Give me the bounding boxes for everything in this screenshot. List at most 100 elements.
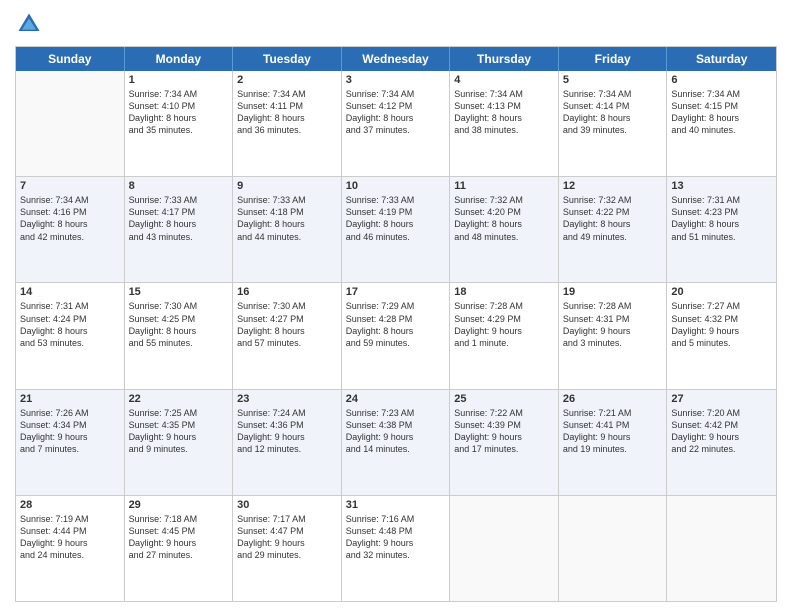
day-info: Sunrise: 7:34 AM Sunset: 4:10 PM Dayligh… (129, 88, 229, 137)
calendar-cell: 3 Sunrise: 7:34 AM Sunset: 4:12 PM Daylig… (342, 71, 451, 176)
day-number: 22 (129, 393, 229, 405)
calendar-cell: 15 Sunrise: 7:30 AM Sunset: 4:25 PM Dayli… (125, 283, 234, 388)
day-number: 7 (20, 180, 120, 192)
calendar-cell: 9Sunrise: 7:33 AM Sunset: 4:18 PM Daylig… (233, 177, 342, 282)
calendar-header: SundayMondayTuesdayWednesdayThursdayFrid… (16, 47, 776, 71)
calendar-cell (16, 71, 125, 176)
day-number: 12 (563, 180, 663, 192)
calendar-cell: 14 Sunrise: 7:31 AM Sunset: 4:24 PM Dayli… (16, 283, 125, 388)
calendar-row: 21 Sunrise: 7:26 AM Sunset: 4:34 PM Dayli… (16, 390, 776, 496)
day-number: 3 (346, 74, 446, 86)
day-number: 18 (454, 286, 554, 298)
day-info: Sunrise: 7:16 AM Sunset: 4:48 PM Dayligh… (346, 513, 446, 562)
calendar: SundayMondayTuesdayWednesdayThursdayFrid… (15, 46, 777, 602)
day-number: 2 (237, 74, 337, 86)
day-number: 21 (20, 393, 120, 405)
day-number: 16 (237, 286, 337, 298)
day-info: Sunrise: 7:21 AM Sunset: 4:41 PM Dayligh… (563, 407, 663, 456)
page: SundayMondayTuesdayWednesdayThursdayFrid… (0, 0, 792, 612)
day-info: Sunrise: 7:30 AM Sunset: 4:25 PM Dayligh… (129, 300, 229, 349)
day-number: 30 (237, 499, 337, 511)
day-info: Sunrise: 7:33 AM Sunset: 4:17 PM Dayligh… (129, 194, 229, 243)
calendar-cell: 23 Sunrise: 7:24 AM Sunset: 4:36 PM Dayli… (233, 390, 342, 495)
day-info: Sunrise: 7:31 AM Sunset: 4:24 PM Dayligh… (20, 300, 120, 349)
calendar-cell: 21 Sunrise: 7:26 AM Sunset: 4:34 PM Dayli… (16, 390, 125, 495)
day-number: 6 (671, 74, 772, 86)
day-of-week-header: Friday (559, 47, 668, 71)
calendar-cell: 8 Sunrise: 7:33 AM Sunset: 4:17 PM Daylig… (125, 177, 234, 282)
day-number: 10 (346, 180, 446, 192)
calendar-row: 1 Sunrise: 7:34 AM Sunset: 4:10 PM Daylig… (16, 71, 776, 177)
day-info: Sunrise: 7:18 AM Sunset: 4:45 PM Dayligh… (129, 513, 229, 562)
day-info: Sunrise: 7:17 AM Sunset: 4:47 PM Dayligh… (237, 513, 337, 562)
calendar-cell: 29 Sunrise: 7:18 AM Sunset: 4:45 PM Dayli… (125, 496, 234, 601)
calendar-cell: 17 Sunrise: 7:29 AM Sunset: 4:28 PM Dayli… (342, 283, 451, 388)
calendar-cell: 6Sunrise: 7:34 AM Sunset: 4:15 PM Daylig… (667, 71, 776, 176)
day-info: Sunrise: 7:32 AM Sunset: 4:20 PM Dayligh… (454, 194, 554, 243)
day-info: Sunrise: 7:23 AM Sunset: 4:38 PM Dayligh… (346, 407, 446, 456)
day-of-week-header: Wednesday (342, 47, 451, 71)
calendar-cell: 28 Sunrise: 7:19 AM Sunset: 4:44 PM Dayli… (16, 496, 125, 601)
day-number: 20 (671, 286, 772, 298)
day-info: Sunrise: 7:28 AM Sunset: 4:29 PM Dayligh… (454, 300, 554, 349)
day-info: Sunrise: 7:26 AM Sunset: 4:34 PM Dayligh… (20, 407, 120, 456)
logo-icon (15, 10, 43, 38)
calendar-cell: 7Sunrise: 7:34 AM Sunset: 4:16 PM Daylig… (16, 177, 125, 282)
day-info: Sunrise: 7:29 AM Sunset: 4:28 PM Dayligh… (346, 300, 446, 349)
day-of-week-header: Saturday (667, 47, 776, 71)
day-number: 1 (129, 74, 229, 86)
day-number: 23 (237, 393, 337, 405)
calendar-cell: 2 Sunrise: 7:34 AM Sunset: 4:11 PM Daylig… (233, 71, 342, 176)
day-info: Sunrise: 7:34 AM Sunset: 4:12 PM Dayligh… (346, 88, 446, 137)
calendar-cell: 30 Sunrise: 7:17 AM Sunset: 4:47 PM Dayli… (233, 496, 342, 601)
day-info: Sunrise: 7:34 AM Sunset: 4:14 PM Dayligh… (563, 88, 663, 137)
calendar-cell: 4 Sunrise: 7:34 AM Sunset: 4:13 PM Daylig… (450, 71, 559, 176)
day-of-week-header: Monday (125, 47, 234, 71)
calendar-cell: 27 Sunrise: 7:20 AM Sunset: 4:42 PM Dayli… (667, 390, 776, 495)
day-number: 11 (454, 180, 554, 192)
calendar-cell: 12 Sunrise: 7:32 AM Sunset: 4:22 PM Dayli… (559, 177, 668, 282)
calendar-cell (559, 496, 668, 601)
day-of-week-header: Tuesday (233, 47, 342, 71)
calendar-cell (667, 496, 776, 601)
calendar-cell: 20 Sunrise: 7:27 AM Sunset: 4:32 PM Dayli… (667, 283, 776, 388)
day-number: 17 (346, 286, 446, 298)
day-number: 25 (454, 393, 554, 405)
calendar-cell: 31Sunrise: 7:16 AM Sunset: 4:48 PM Dayli… (342, 496, 451, 601)
calendar-row: 14 Sunrise: 7:31 AM Sunset: 4:24 PM Dayli… (16, 283, 776, 389)
day-info: Sunrise: 7:30 AM Sunset: 4:27 PM Dayligh… (237, 300, 337, 349)
day-info: Sunrise: 7:34 AM Sunset: 4:13 PM Dayligh… (454, 88, 554, 137)
day-number: 26 (563, 393, 663, 405)
day-number: 24 (346, 393, 446, 405)
calendar-cell: 24 Sunrise: 7:23 AM Sunset: 4:38 PM Dayli… (342, 390, 451, 495)
day-info: Sunrise: 7:24 AM Sunset: 4:36 PM Dayligh… (237, 407, 337, 456)
day-info: Sunrise: 7:22 AM Sunset: 4:39 PM Dayligh… (454, 407, 554, 456)
day-number: 27 (671, 393, 772, 405)
day-info: Sunrise: 7:33 AM Sunset: 4:18 PM Dayligh… (237, 194, 337, 243)
day-number: 14 (20, 286, 120, 298)
calendar-cell: 16 Sunrise: 7:30 AM Sunset: 4:27 PM Dayli… (233, 283, 342, 388)
day-of-week-header: Sunday (16, 47, 125, 71)
day-info: Sunrise: 7:32 AM Sunset: 4:22 PM Dayligh… (563, 194, 663, 243)
day-of-week-header: Thursday (450, 47, 559, 71)
calendar-cell: 1 Sunrise: 7:34 AM Sunset: 4:10 PM Daylig… (125, 71, 234, 176)
day-number: 29 (129, 499, 229, 511)
day-number: 8 (129, 180, 229, 192)
day-number: 15 (129, 286, 229, 298)
calendar-cell (450, 496, 559, 601)
day-info: Sunrise: 7:28 AM Sunset: 4:31 PM Dayligh… (563, 300, 663, 349)
calendar-cell: 10Sunrise: 7:33 AM Sunset: 4:19 PM Dayli… (342, 177, 451, 282)
day-info: Sunrise: 7:34 AM Sunset: 4:11 PM Dayligh… (237, 88, 337, 137)
day-number: 28 (20, 499, 120, 511)
calendar-row: 7Sunrise: 7:34 AM Sunset: 4:16 PM Daylig… (16, 177, 776, 283)
calendar-cell: 22Sunrise: 7:25 AM Sunset: 4:35 PM Dayli… (125, 390, 234, 495)
day-info: Sunrise: 7:20 AM Sunset: 4:42 PM Dayligh… (671, 407, 772, 456)
day-info: Sunrise: 7:27 AM Sunset: 4:32 PM Dayligh… (671, 300, 772, 349)
calendar-cell: 13Sunrise: 7:31 AM Sunset: 4:23 PM Dayli… (667, 177, 776, 282)
day-number: 5 (563, 74, 663, 86)
calendar-cell: 26 Sunrise: 7:21 AM Sunset: 4:41 PM Dayli… (559, 390, 668, 495)
day-info: Sunrise: 7:19 AM Sunset: 4:44 PM Dayligh… (20, 513, 120, 562)
calendar-cell: 5 Sunrise: 7:34 AM Sunset: 4:14 PM Daylig… (559, 71, 668, 176)
day-number: 4 (454, 74, 554, 86)
day-number: 19 (563, 286, 663, 298)
